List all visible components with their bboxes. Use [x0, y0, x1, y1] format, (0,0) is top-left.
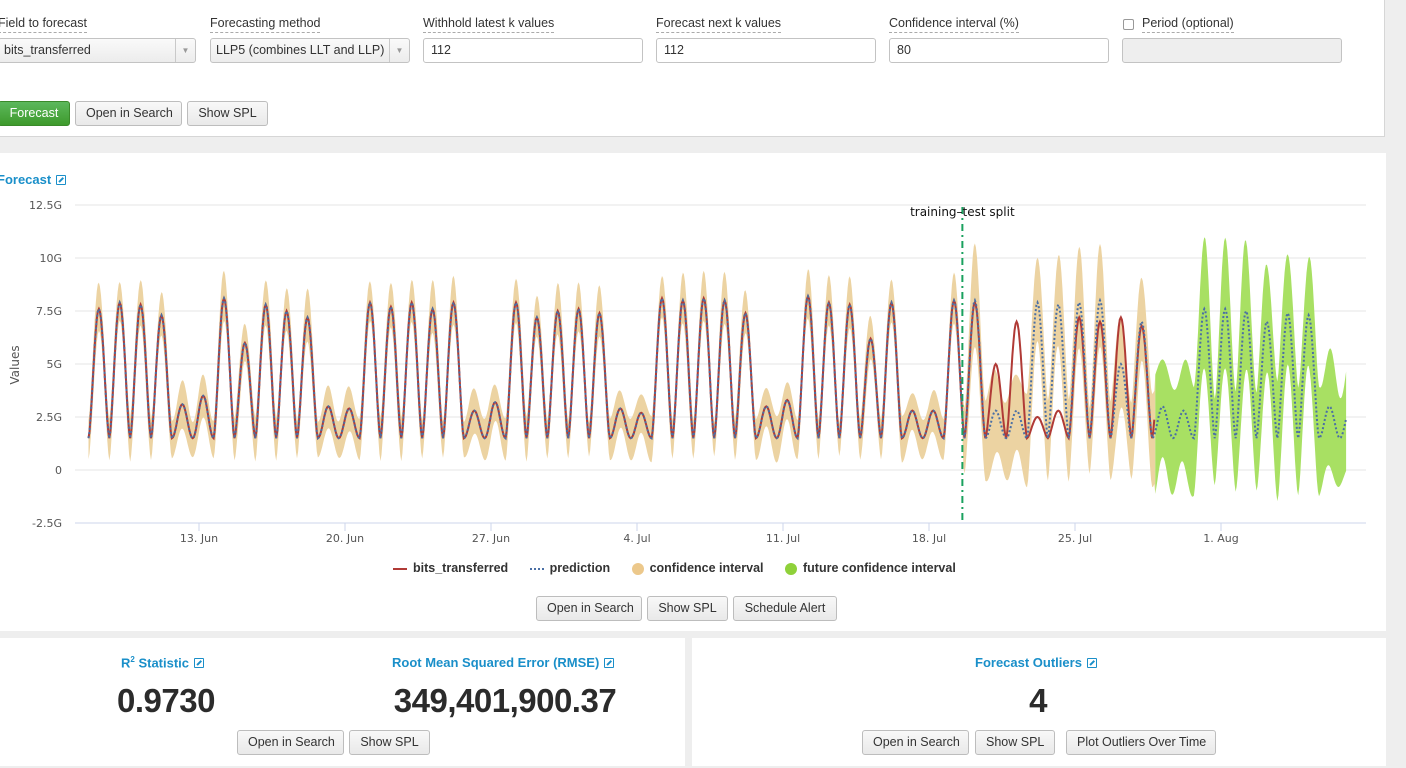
legend-label: confidence interval: [649, 561, 764, 575]
forecast-next-label: Forecast next k values: [656, 16, 782, 33]
x-tick-label: 4. Jul: [623, 532, 650, 545]
x-tick-label: 20. Jun: [326, 532, 364, 545]
stats-show-spl-button[interactable]: Show SPL: [349, 730, 430, 755]
legend-line-swatch: [393, 567, 407, 570]
y-tick-label: 2.5G: [36, 411, 62, 424]
x-tick-label: 1. Aug: [1203, 532, 1238, 545]
forecasting-method-label: Forecasting method: [210, 16, 321, 33]
withhold-label: Withhold latest k values: [423, 16, 555, 33]
external-link-icon: [604, 658, 615, 668]
open-in-search-button[interactable]: Open in Search: [75, 101, 182, 126]
forecasting-method-value: LLP5 (combines LLT and LLP): [216, 43, 385, 57]
forecast-outliers-panel: Forecast Outliers 4 Open in Search Show …: [692, 638, 1386, 766]
forecasting-method-group: Forecasting method: [210, 14, 321, 33]
x-tick-label: 11. Jul: [766, 532, 800, 545]
y-tick-label: 7.5G: [36, 305, 62, 318]
chart-legend: bits_transferred prediction confidence i…: [393, 561, 974, 575]
field-to-forecast-group: Field to forecast: [0, 14, 87, 33]
forecast-title: Forecast: [0, 172, 52, 187]
y-tick-label: 10G: [39, 252, 62, 265]
external-link-icon: [56, 175, 67, 185]
training-test-split-label: training–test split: [910, 205, 1015, 219]
x-tick-label: 25. Jul: [1058, 532, 1092, 545]
outliers-show-spl-button[interactable]: Show SPL: [975, 730, 1055, 755]
field-to-forecast-select[interactable]: bits_transferred ▼: [0, 38, 196, 63]
field-to-forecast-label: Field to forecast: [0, 16, 87, 33]
stats-open-in-search-button[interactable]: Open in Search: [237, 730, 344, 755]
outliers-title-link[interactable]: Forecast Outliers: [975, 655, 1097, 670]
outliers-value: 4: [1029, 682, 1047, 719]
forecasting-method-select[interactable]: LLP5 (combines LLT and LLP) ▼: [210, 38, 410, 63]
rmse-value: 349,401,900.37: [393, 682, 617, 719]
y-tick-label: 5G: [46, 358, 62, 371]
outliers-title: Forecast Outliers: [975, 655, 1082, 670]
plot-outliers-button[interactable]: Plot Outliers Over Time: [1066, 730, 1216, 755]
chevron-down-icon: ▼: [175, 39, 195, 62]
x-tick-label: 27. Jun: [472, 532, 510, 545]
r2-value: 0.9730: [117, 682, 215, 719]
future-confidence-interval-band: [1155, 237, 1347, 502]
r2-title-text: Statistic: [134, 655, 190, 671]
statistics-panel: R2 Statistic 0.9730 Root Mean Squared Er…: [0, 638, 685, 766]
forecast-title-link[interactable]: Forecast: [0, 172, 67, 187]
chevron-down-icon: ▼: [389, 39, 409, 62]
withhold-input[interactable]: 112: [423, 38, 643, 63]
external-link-icon: [1086, 658, 1097, 668]
external-link-icon: [194, 658, 205, 669]
y-axis-title: Values: [8, 345, 22, 384]
legend-item-prediction[interactable]: prediction: [529, 561, 611, 575]
forecast-next-input[interactable]: 112: [656, 38, 876, 63]
y-tick-label: 12.5G: [29, 199, 62, 212]
confidence-group: Confidence interval (%): [889, 14, 1019, 33]
legend-label: future confidence interval: [803, 561, 956, 575]
period-input[interactable]: [1122, 38, 1342, 63]
r2-title-link[interactable]: R2 Statistic: [121, 655, 205, 671]
legend-item-confidence-interval[interactable]: confidence interval: [631, 561, 764, 575]
legend-label: prediction: [549, 561, 611, 575]
legend-dotted-swatch: [529, 567, 544, 570]
confidence-label: Confidence interval (%): [889, 16, 1019, 33]
legend-label: bits_transferred: [413, 561, 509, 575]
y-tick-label: -2.5G: [32, 517, 62, 530]
legend-circle-swatch: [631, 562, 644, 575]
confidence-input[interactable]: 80: [889, 38, 1109, 63]
chart-open-in-search-button[interactable]: Open in Search: [536, 596, 642, 621]
period-group: Period (optional): [1142, 14, 1234, 33]
chart-show-spl-button[interactable]: Show SPL: [647, 596, 728, 621]
y-axis-labels: -2.5G 0 2.5G 5G 7.5G 10G 12.5G: [29, 199, 62, 530]
x-tick-label: 13. Jun: [180, 532, 218, 545]
x-tick-label: 18. Jul: [912, 532, 946, 545]
legend-item-future-confidence-interval[interactable]: future confidence interval: [785, 561, 956, 575]
outliers-open-in-search-button[interactable]: Open in Search: [862, 730, 969, 755]
period-checkbox[interactable]: [1123, 19, 1134, 30]
legend-circle-swatch: [785, 562, 797, 575]
rmse-title: Root Mean Squared Error (RMSE): [392, 655, 600, 670]
legend-item-bits-transferred[interactable]: bits_transferred: [393, 561, 508, 575]
field-to-forecast-value: bits_transferred: [4, 43, 91, 57]
x-axis-labels: 13. Jun 20. Jun 27. Jun 4. Jul 11. Jul 18. Ju…: [180, 523, 1239, 545]
forecast-next-group: Forecast next k values: [656, 14, 782, 33]
forecast-chart-panel: Forecast -2.5G 0 2.5G 5G 7.5G 10G 12.5G Values…: [0, 153, 1386, 631]
schedule-alert-button[interactable]: Schedule Alert: [733, 596, 837, 621]
rmse-title-link[interactable]: Root Mean Squared Error (RMSE): [392, 655, 615, 670]
forecast-controls-panel: Field to forecast bits_transferred ▼ For…: [0, 0, 1385, 137]
show-spl-button[interactable]: Show SPL: [187, 101, 268, 126]
r2-title-r: R: [121, 655, 131, 671]
forecast-button[interactable]: Forecast: [0, 101, 70, 126]
y-tick-label: 0: [55, 464, 62, 477]
withhold-group: Withhold latest k values: [423, 14, 555, 33]
period-label: Period (optional): [1142, 16, 1234, 33]
forecast-chart: -2.5G 0 2.5G 5G 7.5G 10G 12.5G Values training…: [8, 199, 1366, 545]
